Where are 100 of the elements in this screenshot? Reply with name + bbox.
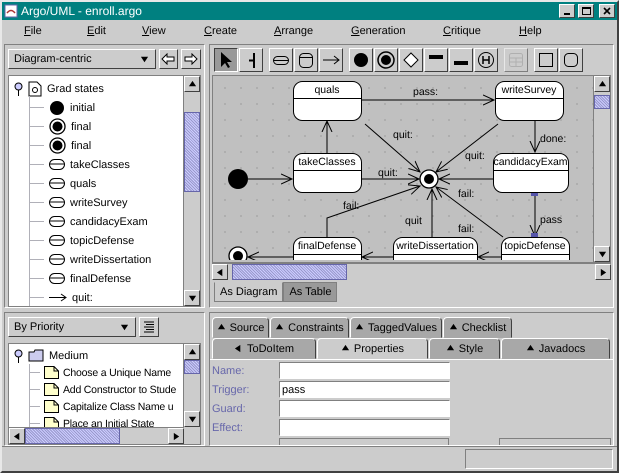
state-node[interactable] bbox=[293, 81, 362, 121]
scrollbar[interactable] bbox=[183, 344, 200, 427]
transition-arrow[interactable] bbox=[326, 184, 420, 238]
tree-item[interactable]: initial bbox=[70, 102, 96, 114]
detail-tab[interactable]: TaggedValues bbox=[350, 317, 442, 338]
input-field[interactable] bbox=[279, 400, 450, 417]
tree-item[interactable]: candidacyExam bbox=[70, 216, 148, 228]
transition-arrow[interactable] bbox=[426, 188, 438, 238]
view-tab[interactable]: As Table bbox=[283, 282, 338, 302]
menu-item[interactable]: View bbox=[142, 25, 204, 37]
scroll-up-button[interactable] bbox=[184, 76, 200, 92]
view-tab[interactable]: As Diagram bbox=[214, 282, 284, 302]
tree-item[interactable]: takeClasses bbox=[70, 158, 130, 170]
scroll-down-button[interactable] bbox=[184, 411, 200, 427]
menu-item[interactable]: Arrange bbox=[274, 25, 351, 37]
down-triangle-icon bbox=[188, 294, 196, 302]
filled-circle-icon bbox=[352, 51, 370, 69]
minimize-icon bbox=[564, 13, 570, 15]
tool-button[interactable] bbox=[214, 48, 238, 72]
input-field[interactable] bbox=[279, 419, 450, 436]
final-state-node[interactable] bbox=[419, 169, 439, 189]
detail-tab[interactable]: Style bbox=[429, 338, 500, 359]
scroll-up-button[interactable] bbox=[594, 76, 610, 92]
close-button[interactable] bbox=[599, 4, 615, 18]
tree-item[interactable]: Place an Initial State bbox=[63, 418, 154, 427]
perspective-dropdown[interactable]: Diagram-centric bbox=[8, 49, 156, 69]
tree-item[interactable]: writeSurvey bbox=[70, 196, 128, 208]
detail-tab[interactable]: Constraints bbox=[270, 317, 349, 338]
scroll-thumb[interactable] bbox=[232, 264, 347, 280]
tree-item[interactable]: Grad states bbox=[47, 82, 104, 94]
maximize-button[interactable] bbox=[578, 4, 594, 18]
input-field[interactable] bbox=[279, 362, 450, 379]
scroll-right-button[interactable] bbox=[168, 428, 184, 444]
detail-tab[interactable]: Checklist bbox=[443, 317, 512, 338]
input-field[interactable]: pass bbox=[279, 381, 450, 398]
scrollbar[interactable] bbox=[593, 76, 610, 262]
expanded-handle-icon[interactable] bbox=[14, 348, 23, 362]
scroll-thumb[interactable] bbox=[594, 95, 610, 109]
transition-arrow[interactable] bbox=[530, 120, 540, 152]
scroll-left-button[interactable] bbox=[212, 264, 228, 280]
state-node[interactable] bbox=[293, 237, 362, 260]
left-triangle-icon bbox=[216, 268, 224, 276]
transition-label: pass: bbox=[413, 86, 438, 98]
menu-item[interactable]: Critique bbox=[443, 25, 519, 37]
transition-arrow[interactable] bbox=[248, 174, 292, 184]
scroll-thumb[interactable] bbox=[184, 360, 200, 374]
menu-item[interactable]: Create bbox=[204, 25, 274, 37]
diagram-canvas[interactable]: pass: quit: done: quit: quit: fail: fail: quit fail: pass quals writeSurvey takeClasses candidacyExam finalDefense writeDissertation topicDefense bbox=[213, 76, 593, 262]
transition-arrow[interactable] bbox=[322, 120, 332, 154]
tree-item[interactable]: Add Constructor to Stude bbox=[63, 384, 176, 396]
scroll-up-button[interactable] bbox=[184, 344, 200, 360]
tree-item[interactable]: topicDefense bbox=[70, 234, 134, 246]
expanded-handle-icon[interactable] bbox=[14, 82, 23, 96]
tree-item[interactable]: final bbox=[71, 120, 92, 132]
tree-item[interactable]: Capitalize Class Name u bbox=[63, 400, 174, 412]
state-name: quals bbox=[314, 84, 340, 96]
scroll-left-button[interactable] bbox=[9, 428, 25, 444]
scroll-down-button[interactable] bbox=[184, 290, 200, 306]
menu-item[interactable]: Generation bbox=[351, 25, 443, 37]
scrollbar[interactable] bbox=[212, 263, 611, 280]
transition-arrow[interactable] bbox=[436, 186, 504, 238]
state-node[interactable] bbox=[493, 153, 569, 193]
tree-item[interactable]: Medium bbox=[49, 350, 88, 362]
menu-item[interactable]: Help bbox=[519, 25, 559, 37]
field-label: Trigger: bbox=[212, 384, 250, 396]
scroll-thumb[interactable] bbox=[25, 428, 120, 444]
transition-arrow[interactable] bbox=[362, 252, 394, 260]
tree-item[interactable]: writeDissertation bbox=[70, 254, 152, 266]
up-triangle-icon bbox=[526, 344, 535, 353]
initial-state-node[interactable] bbox=[228, 169, 248, 189]
minimize-button[interactable] bbox=[559, 4, 575, 18]
forward-button[interactable] bbox=[181, 49, 201, 69]
state-node[interactable] bbox=[293, 153, 362, 193]
state-node[interactable] bbox=[501, 237, 570, 260]
detail-tab[interactable]: Javadocs bbox=[501, 338, 610, 359]
detail-tab[interactable]: Source bbox=[212, 317, 269, 338]
scrollbar[interactable] bbox=[9, 427, 184, 444]
tree-item[interactable]: quit: bbox=[72, 292, 93, 304]
state-node[interactable] bbox=[495, 81, 564, 121]
tree-item[interactable]: quals bbox=[70, 178, 96, 190]
transition-arrow[interactable] bbox=[478, 252, 502, 260]
tree-item[interactable]: final bbox=[71, 140, 92, 152]
transition-arrow[interactable] bbox=[438, 174, 494, 184]
scroll-right-button[interactable] bbox=[595, 264, 611, 280]
menu-item[interactable]: File bbox=[24, 25, 87, 37]
tree-item[interactable]: finalDefense bbox=[70, 272, 132, 284]
scrollbar[interactable] bbox=[183, 76, 200, 306]
tree-item[interactable]: Choose a Unique Name bbox=[63, 366, 172, 378]
menu-item[interactable]: Edit bbox=[87, 25, 142, 37]
split-box-icon bbox=[507, 51, 525, 69]
state-node[interactable] bbox=[393, 237, 478, 260]
detail-tab[interactable]: ToDoItem bbox=[212, 338, 316, 359]
scroll-thumb[interactable] bbox=[184, 112, 200, 192]
back-button[interactable] bbox=[158, 49, 178, 69]
grouping-dropdown[interactable]: By Priority bbox=[8, 317, 136, 337]
flat-list-button[interactable] bbox=[139, 317, 159, 337]
scroll-down-button[interactable] bbox=[594, 246, 610, 262]
detail-tab[interactable]: Properties bbox=[317, 338, 428, 359]
transition-arrow[interactable] bbox=[248, 252, 294, 260]
transition-label: quit: bbox=[393, 129, 413, 141]
